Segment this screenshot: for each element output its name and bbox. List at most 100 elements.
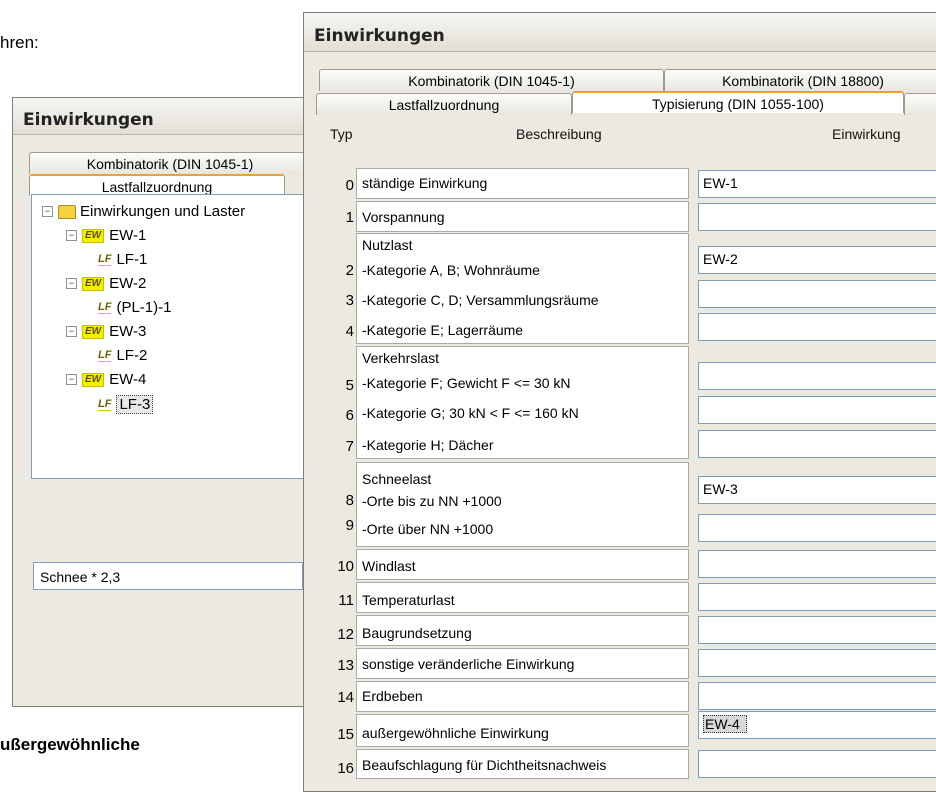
- tab-kombinatorik-din1045-1[interactable]: Kombinatorik (DIN 1045-1): [319, 69, 664, 91]
- tab-kombinatorik-din1045-1[interactable]: Kombinatorik (DIN 1045-1): [29, 152, 311, 174]
- einwirkung-field-9[interactable]: [698, 514, 936, 542]
- tab-overflow[interactable]: [904, 93, 936, 115]
- collapse-icon[interactable]: −: [42, 206, 53, 217]
- tree-node-label: EW-3: [109, 323, 147, 340]
- load-case-icon: LF: [98, 349, 112, 362]
- tree-node-label: EW-4: [109, 371, 147, 388]
- desc-text: -Kategorie A, B; Wohnräume: [362, 262, 540, 278]
- einwirkung-field-8[interactable]: EW-3: [698, 476, 936, 504]
- tab-typisierung[interactable]: Typisierung (DIN 1055-100): [572, 91, 904, 113]
- einwirkung-field-10[interactable]: [698, 550, 936, 578]
- tree-root-label: Einwirkungen und Laster: [80, 203, 246, 220]
- einwirkung-field-0[interactable]: EW-1: [698, 170, 936, 198]
- tree-node-lf-2[interactable]: LF LF-2: [98, 347, 147, 364]
- desc-cell-verkehrslast: Verkehrslast -Kategorie F; Gewicht F <= …: [356, 346, 689, 459]
- header-typ: Typ: [330, 126, 353, 142]
- desc-text: -Kategorie C, D; Versammlungsräume: [362, 292, 599, 308]
- tree-node-lf-1[interactable]: LF LF-1: [98, 251, 147, 268]
- typ-0: 0: [345, 177, 354, 194]
- field-value: EW-2: [703, 251, 738, 267]
- back-window-title: Einwirkungen: [13, 98, 311, 135]
- typ-4: 4: [345, 323, 354, 340]
- typ-10: 10: [337, 558, 354, 575]
- desc-text: außergewöhnliche Einwirkung: [362, 725, 549, 741]
- document-fragment-bottom: ußergewöhnliche: [0, 735, 140, 754]
- action-tree: − Einwirkungen und Laster − EW EW-1 LF L…: [31, 194, 311, 479]
- einwirkung-field-6[interactable]: [698, 396, 936, 424]
- collapse-icon[interactable]: −: [66, 278, 77, 289]
- tree-node-label: EW-2: [109, 275, 147, 292]
- typ-13: 13: [337, 657, 354, 674]
- desc-text: Baugrundsetzung: [362, 625, 472, 641]
- typ-5: 5: [345, 377, 354, 394]
- header-beschreibung: Beschreibung: [516, 126, 602, 142]
- desc-text: -Kategorie G; 30 kN < F <= 160 kN: [362, 405, 579, 421]
- typ-8: 8: [345, 492, 354, 509]
- formula-input[interactable]: Schnee * 2,3: [33, 562, 303, 590]
- tree-node-label: EW-1: [109, 227, 147, 244]
- tree-root[interactable]: − Einwirkungen und Laster: [42, 203, 245, 220]
- typ-3: 3: [345, 292, 354, 309]
- einwirkung-field-11[interactable]: [698, 583, 936, 611]
- tree-node-ew-1[interactable]: − EW EW-1: [66, 227, 146, 244]
- collapse-icon[interactable]: −: [66, 230, 77, 241]
- desc-text: -Kategorie F; Gewicht F <= 30 kN: [362, 375, 571, 391]
- collapse-icon[interactable]: −: [66, 326, 77, 337]
- collapse-icon[interactable]: −: [66, 374, 77, 385]
- tree-node-label-selected: LF-3: [116, 395, 154, 414]
- einwirkung-field-2[interactable]: EW-2: [698, 246, 936, 274]
- tab-lastfallzuordnung[interactable]: Lastfallzuordnung: [29, 174, 285, 196]
- typ-2: 2: [345, 262, 354, 279]
- field-value: EW-1: [703, 175, 738, 191]
- einwirkung-field-5[interactable]: [698, 362, 936, 390]
- desc-cell-1: Vorspannung: [356, 201, 689, 232]
- action-icon: EW: [82, 276, 105, 291]
- document-fragment-top: hren:: [0, 33, 39, 52]
- desc-cell-11: Temperaturlast: [356, 582, 689, 613]
- action-icon: EW: [82, 372, 105, 387]
- tree-node-ew-3[interactable]: − EW EW-3: [66, 323, 146, 340]
- header-einwirkung: Einwirkung: [832, 126, 901, 142]
- desc-text: Beaufschlagung für Dichtheitsnachweis: [362, 757, 607, 773]
- einwirkung-field-12[interactable]: [698, 616, 936, 644]
- desc-text: Windlast: [362, 558, 416, 574]
- desc-text: sonstige veränderliche Einwirkung: [362, 656, 575, 672]
- einwirkung-field-1[interactable]: [698, 203, 936, 231]
- desc-cell-12: Baugrundsetzung: [356, 615, 689, 646]
- front-window-title: Einwirkungen: [304, 13, 936, 52]
- desc-cell-schneelast: Schneelast -Orte bis zu NN +1000 -Orte ü…: [356, 462, 689, 547]
- tree-node-lf-3[interactable]: LF LF-3: [98, 395, 154, 414]
- einwirkung-field-16[interactable]: [698, 750, 936, 778]
- field-value: EW-3: [703, 481, 738, 497]
- load-case-icon: LF: [98, 253, 112, 266]
- desc-cell-10: Windlast: [356, 549, 689, 580]
- desc-text: -Kategorie E; Lagerräume: [362, 322, 524, 338]
- einwirkung-field-15[interactable]: EW-4: [698, 711, 936, 739]
- einwirkung-field-13[interactable]: [698, 649, 936, 677]
- desc-cell-nutzlast: Nutzlast -Kategorie A, B; Wohnräume -Kat…: [356, 233, 689, 344]
- typ-9: 9: [345, 517, 354, 534]
- typ-14: 14: [337, 689, 354, 706]
- typ-15: 15: [337, 726, 354, 743]
- desc-text: -Kategorie H; Dächer: [362, 437, 494, 453]
- back-window: Einwirkungen Kombinatorik (DIN 1045-1) L…: [12, 97, 312, 707]
- einwirkung-field-4[interactable]: [698, 313, 936, 341]
- desc-cell-0: ständige Einwirkung: [356, 168, 689, 199]
- tab-kombinatorik-din18800[interactable]: Kombinatorik (DIN 18800): [664, 69, 936, 91]
- desc-cell-14: Erdbeben: [356, 681, 689, 712]
- einwirkung-field-7[interactable]: [698, 430, 936, 458]
- tree-node-ew-2[interactable]: − EW EW-2: [66, 275, 146, 292]
- desc-text: -Orte bis zu NN +1000: [362, 493, 502, 509]
- desc-text: -Orte über NN +1000: [362, 521, 494, 537]
- group-title: Nutzlast: [362, 237, 413, 253]
- tab-lastfallzuordnung[interactable]: Lastfallzuordnung: [316, 93, 572, 115]
- einwirkung-field-3[interactable]: [698, 280, 936, 308]
- load-case-icon: LF: [98, 301, 112, 314]
- einwirkung-field-14[interactable]: [698, 682, 936, 710]
- desc-text: ständige Einwirkung: [362, 175, 488, 191]
- tree-node-pl-1-1[interactable]: LF (PL-1)-1: [98, 299, 171, 316]
- typ-11: 11: [338, 592, 354, 609]
- desc-text: Vorspannung: [362, 209, 445, 225]
- tree-node-ew-4[interactable]: − EW EW-4: [66, 371, 146, 388]
- desc-text: Temperaturlast: [362, 592, 455, 608]
